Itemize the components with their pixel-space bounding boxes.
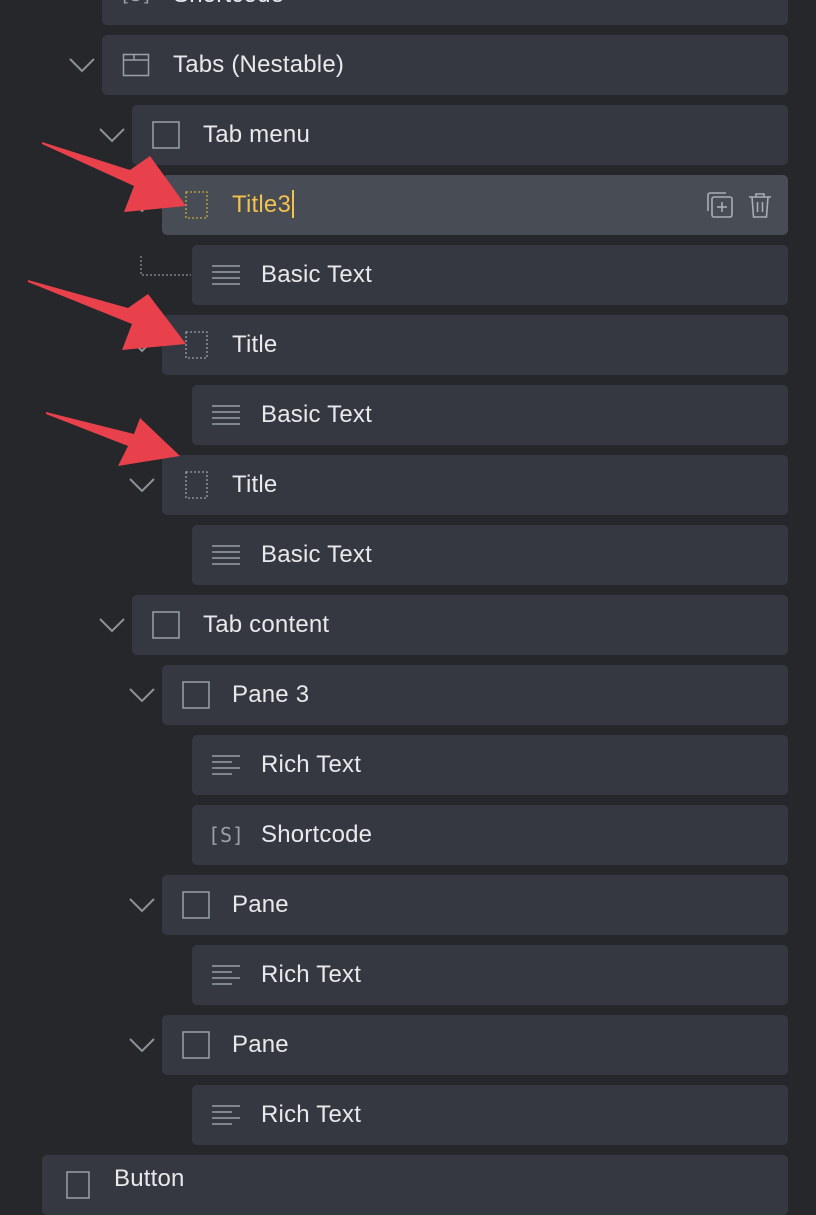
tree-connector-line bbox=[139, 256, 193, 278]
tree-row-label-editing[interactable]: Title3 bbox=[232, 175, 294, 235]
square-icon bbox=[66, 1171, 94, 1199]
square-icon bbox=[182, 891, 210, 919]
tree-row-label: Rich Text bbox=[261, 751, 362, 778]
tree-row-label: Title bbox=[232, 331, 278, 358]
square-icon bbox=[182, 1031, 210, 1059]
chevron-down-icon[interactable] bbox=[98, 616, 126, 634]
tree-row-label: Basic Text bbox=[261, 541, 372, 568]
dashed-rect-icon bbox=[184, 331, 212, 359]
rich-text-icon bbox=[212, 1101, 240, 1129]
tree-row-pane[interactable]: Pane bbox=[162, 875, 788, 935]
tree-row-rich-text[interactable]: Rich Text bbox=[192, 945, 788, 1005]
tree-row-label: Button bbox=[114, 1165, 185, 1192]
tree-row-tab-content[interactable]: Tab content bbox=[132, 595, 788, 655]
svg-text:[S]: [S] bbox=[122, 0, 150, 6]
tree-row-rich-text[interactable]: Rich Text bbox=[192, 1085, 788, 1145]
trash-icon[interactable] bbox=[746, 191, 774, 219]
chevron-down-icon[interactable] bbox=[68, 56, 96, 74]
tree-row-label: Pane bbox=[232, 891, 289, 918]
tree-row-basic-text[interactable]: Basic Text bbox=[192, 245, 788, 305]
tree-row-label: Title bbox=[232, 471, 278, 498]
square-icon bbox=[182, 681, 210, 709]
tree-row-rich-text[interactable]: Rich Text bbox=[192, 735, 788, 795]
tree-row-title3[interactable]: Title3 bbox=[162, 175, 788, 235]
chevron-down-icon[interactable] bbox=[128, 896, 156, 914]
shortcode-icon: [S] bbox=[210, 821, 242, 849]
chevron-down-icon[interactable] bbox=[128, 686, 156, 704]
svg-text:[S]: [S] bbox=[210, 823, 242, 847]
tree-row-basic-text[interactable]: Basic Text bbox=[192, 385, 788, 445]
paragraph-icon bbox=[212, 541, 240, 569]
tree-row-title[interactable]: Title bbox=[162, 315, 788, 375]
rich-text-icon bbox=[212, 751, 240, 779]
paragraph-icon bbox=[212, 261, 240, 289]
tree-row-label: Tabs (Nestable) bbox=[173, 51, 345, 78]
dashed-rect-icon bbox=[184, 191, 212, 219]
tree-row-tab-menu[interactable]: Tab menu bbox=[132, 105, 788, 165]
tree-row-label: Shortcode bbox=[173, 0, 284, 25]
tree-row-title[interactable]: Title bbox=[162, 455, 788, 515]
chevron-down-icon[interactable] bbox=[128, 1036, 156, 1054]
dashed-rect-icon bbox=[184, 471, 212, 499]
tree-row-label: Basic Text bbox=[261, 401, 372, 428]
tree-row-shortcode[interactable]: [S] Shortcode bbox=[102, 0, 788, 25]
tree-row-label: Basic Text bbox=[261, 261, 372, 288]
tree-row-button[interactable]: Button bbox=[42, 1155, 788, 1215]
tree-row-label: Pane 3 bbox=[232, 681, 310, 708]
annotation-arrow-title3 bbox=[38, 136, 188, 216]
tree-row-label: Shortcode bbox=[261, 821, 373, 848]
shortcode-icon: [S] bbox=[122, 0, 150, 9]
chevron-down-icon[interactable] bbox=[128, 476, 156, 494]
tree-row-basic-text[interactable]: Basic Text bbox=[192, 525, 788, 585]
square-icon bbox=[152, 611, 180, 639]
tree-row-label: Pane bbox=[232, 1031, 289, 1058]
tree-row-label: Rich Text bbox=[261, 961, 362, 988]
duplicate-icon[interactable] bbox=[706, 191, 734, 219]
tree-row-label: Tab menu bbox=[203, 121, 310, 148]
tree-row-tabs-nestable[interactable]: Tabs (Nestable) bbox=[102, 35, 788, 95]
tree-row-shortcode[interactable]: [S] Shortcode bbox=[192, 805, 788, 865]
tree-row-pane[interactable]: Pane bbox=[162, 1015, 788, 1075]
title-input-text: Title3 bbox=[232, 191, 291, 218]
paragraph-icon bbox=[212, 401, 240, 429]
tree-row-label: Rich Text bbox=[261, 1101, 362, 1128]
annotation-arrow-title-2 bbox=[42, 408, 182, 468]
rich-text-icon bbox=[212, 961, 240, 989]
folder-icon bbox=[122, 51, 150, 79]
annotation-arrow-title bbox=[24, 276, 188, 356]
tree-row-pane-3[interactable]: Pane 3 bbox=[162, 665, 788, 725]
tree-row-label: Tab content bbox=[203, 611, 330, 638]
text-cursor bbox=[292, 189, 294, 218]
